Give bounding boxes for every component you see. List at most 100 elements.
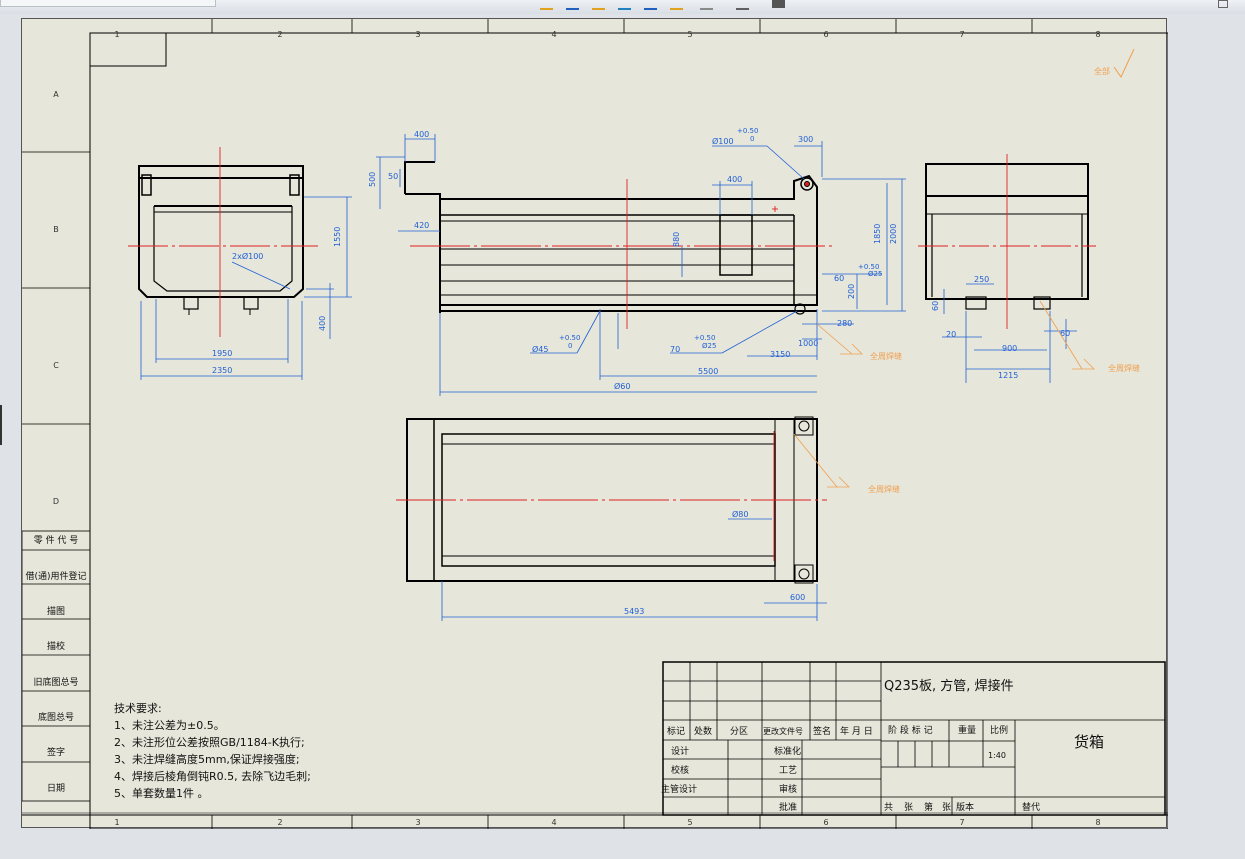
zone-col-label: 6 xyxy=(823,30,828,39)
zone-col-label: 3 xyxy=(415,30,420,39)
tech-req-item: 3、未注焊缝高度5mm,保证焊接强度; xyxy=(114,752,300,766)
dim-side: 3150 xyxy=(770,350,790,359)
dim-side: 5500 xyxy=(698,367,718,376)
toolbar-tool-icon[interactable] xyxy=(700,0,713,10)
title-header: 年 月 日 xyxy=(840,725,873,737)
dim-side: 1000 xyxy=(798,339,818,348)
svg-text:全周焊缝: 全周焊缝 xyxy=(1108,363,1140,373)
dim-side: 2000 xyxy=(889,224,898,244)
toolbar-tab[interactable] xyxy=(0,0,216,7)
tech-req-item: 2、未注形位公差按照GB/1184-K执行; xyxy=(114,735,305,749)
zone-col-label: 4 xyxy=(551,30,556,39)
dim-side: 50 xyxy=(388,172,398,181)
title-scale: 1:40 xyxy=(988,751,1006,760)
title-header: 标记 xyxy=(667,725,685,737)
toolbar-tool-icon[interactable] xyxy=(618,0,631,10)
app-toolbar xyxy=(0,0,1245,14)
left-table-label: 日期 xyxy=(47,783,65,794)
dim-side: 1850 xyxy=(873,224,882,244)
title-role: 校核 xyxy=(671,764,689,776)
dim-end: 250 xyxy=(974,275,989,284)
dim-plan-hole: Ø80 xyxy=(732,509,748,519)
zone-col-label: 5 xyxy=(687,818,692,827)
left-table-label: 签字 xyxy=(47,746,65,758)
title-footer: 替代 xyxy=(1022,801,1040,813)
zone-row-label: A xyxy=(53,90,59,99)
dim-front-width: 1950 xyxy=(212,349,232,358)
zone-col-label: 8 xyxy=(1095,30,1100,39)
dim-side-tol: +0.50 xyxy=(694,334,715,342)
title-header: 处数 xyxy=(694,725,712,737)
title-stage: 阶 段 标 记 xyxy=(888,724,933,736)
zone-dividers xyxy=(22,19,1168,829)
dim-end: 1215 xyxy=(998,371,1018,380)
dim-side: Ø60 xyxy=(614,381,630,391)
dim-side-tol: Ø25 xyxy=(868,270,882,278)
zone-col-label: 1 xyxy=(114,30,119,39)
dim-plan: 600 xyxy=(790,593,805,602)
zone-col-label: 8 xyxy=(1095,818,1100,827)
svg-text:全部: 全部 xyxy=(1094,66,1110,76)
dim-side-hole: 60 xyxy=(834,274,844,283)
end-centerlines xyxy=(918,154,1096,329)
dim-front-overall: 2350 xyxy=(212,366,232,375)
left-table-label: 底图总号 xyxy=(38,711,74,723)
zone-col-label: 2 xyxy=(277,30,282,39)
plan-centerlines xyxy=(396,431,827,561)
toolbar-display-icon[interactable] xyxy=(772,0,785,8)
title-role: 批准 xyxy=(779,801,797,813)
tech-req-item: 1、未注公差为±0.5。 xyxy=(114,718,225,732)
dim-front-leg: 400 xyxy=(318,316,327,331)
toolbar-tool-icon[interactable] xyxy=(736,0,749,10)
title-header: 分区 xyxy=(730,726,748,737)
dim-end: 900 xyxy=(1002,344,1017,353)
dim-side-tol: Ø25 xyxy=(702,342,716,350)
dim-side-tol: +0.50 xyxy=(559,334,580,342)
title-weight-label: 重量 xyxy=(958,724,976,736)
zone-labels: 1 2 3 4 5 6 7 8 1 2 3 4 5 6 7 8 A B C D xyxy=(53,30,1101,827)
title-scale-label: 比例 xyxy=(990,724,1008,736)
title-footer: 共 xyxy=(884,802,893,813)
zone-col-label: 6 xyxy=(823,818,828,827)
dim-front-hole: 2xØ100 xyxy=(232,251,263,261)
dim-side-tol: 0 xyxy=(750,135,754,143)
title-role: 设计 xyxy=(671,745,689,757)
tech-req-title: 技术要求: xyxy=(114,702,162,715)
left-table-label: 零 件 代 号 xyxy=(34,534,79,546)
zone-col-label: 4 xyxy=(551,818,556,827)
toolbar-tool-icon[interactable] xyxy=(644,0,657,10)
drawing-sheet: 1 2 3 4 5 6 7 8 1 2 3 4 5 6 7 8 A B C D … xyxy=(21,18,1168,829)
tech-req-item: 4、焊接后棱角倒钝R0.5, 去除飞边毛刺; xyxy=(114,769,311,783)
drawing-canvas: 1 2 3 4 5 6 7 8 1 2 3 4 5 6 7 8 A B C D … xyxy=(22,19,1168,829)
title-header: 更改文件号 xyxy=(763,726,803,736)
toolbar-tool-icon[interactable] xyxy=(592,0,605,10)
window-restore-icon[interactable] xyxy=(1218,0,1228,8)
side-view xyxy=(404,161,818,315)
toolbar-tool-icon[interactable] xyxy=(670,0,683,10)
title-footer: 第 xyxy=(924,801,933,813)
weld-symbol-3: 全周焊缝 xyxy=(793,433,900,494)
title-material: Q235板, 方管, 焊接件 xyxy=(884,678,1014,694)
dim-end: 20 xyxy=(946,330,956,339)
left-edge-handle[interactable] xyxy=(0,405,2,445)
dim-side-tol: +0.50 xyxy=(737,127,758,135)
front-dims xyxy=(140,196,352,380)
toolbar-tool-icon[interactable] xyxy=(566,0,579,10)
dim-side-hole: Ø100 xyxy=(712,136,734,146)
zone-col-label: 3 xyxy=(415,818,420,827)
title-header: 签名 xyxy=(813,725,831,737)
title-role: 标准化 xyxy=(774,745,801,757)
tech-requirements: 技术要求: 1、未注公差为±0.5。 2、未注形位公差按照GB/1184-K执行… xyxy=(114,702,311,800)
dim-side: 500 xyxy=(368,172,377,187)
svg-text:全周焊缝: 全周焊缝 xyxy=(870,351,902,361)
roughness-symbol: 全部 xyxy=(1094,48,1135,78)
title-part-name: 货箱 xyxy=(1074,733,1104,751)
zone-col-label: 1 xyxy=(114,818,119,827)
title-role: 主管设计 xyxy=(661,783,697,795)
dim-side: 300 xyxy=(798,135,813,144)
left-table-label: 描校 xyxy=(47,640,65,652)
toolbar-tool-icon[interactable] xyxy=(540,0,553,10)
title-role: 工艺 xyxy=(779,765,797,776)
zone-col-label: 5 xyxy=(687,30,692,39)
left-table-label: 描图 xyxy=(47,605,65,617)
